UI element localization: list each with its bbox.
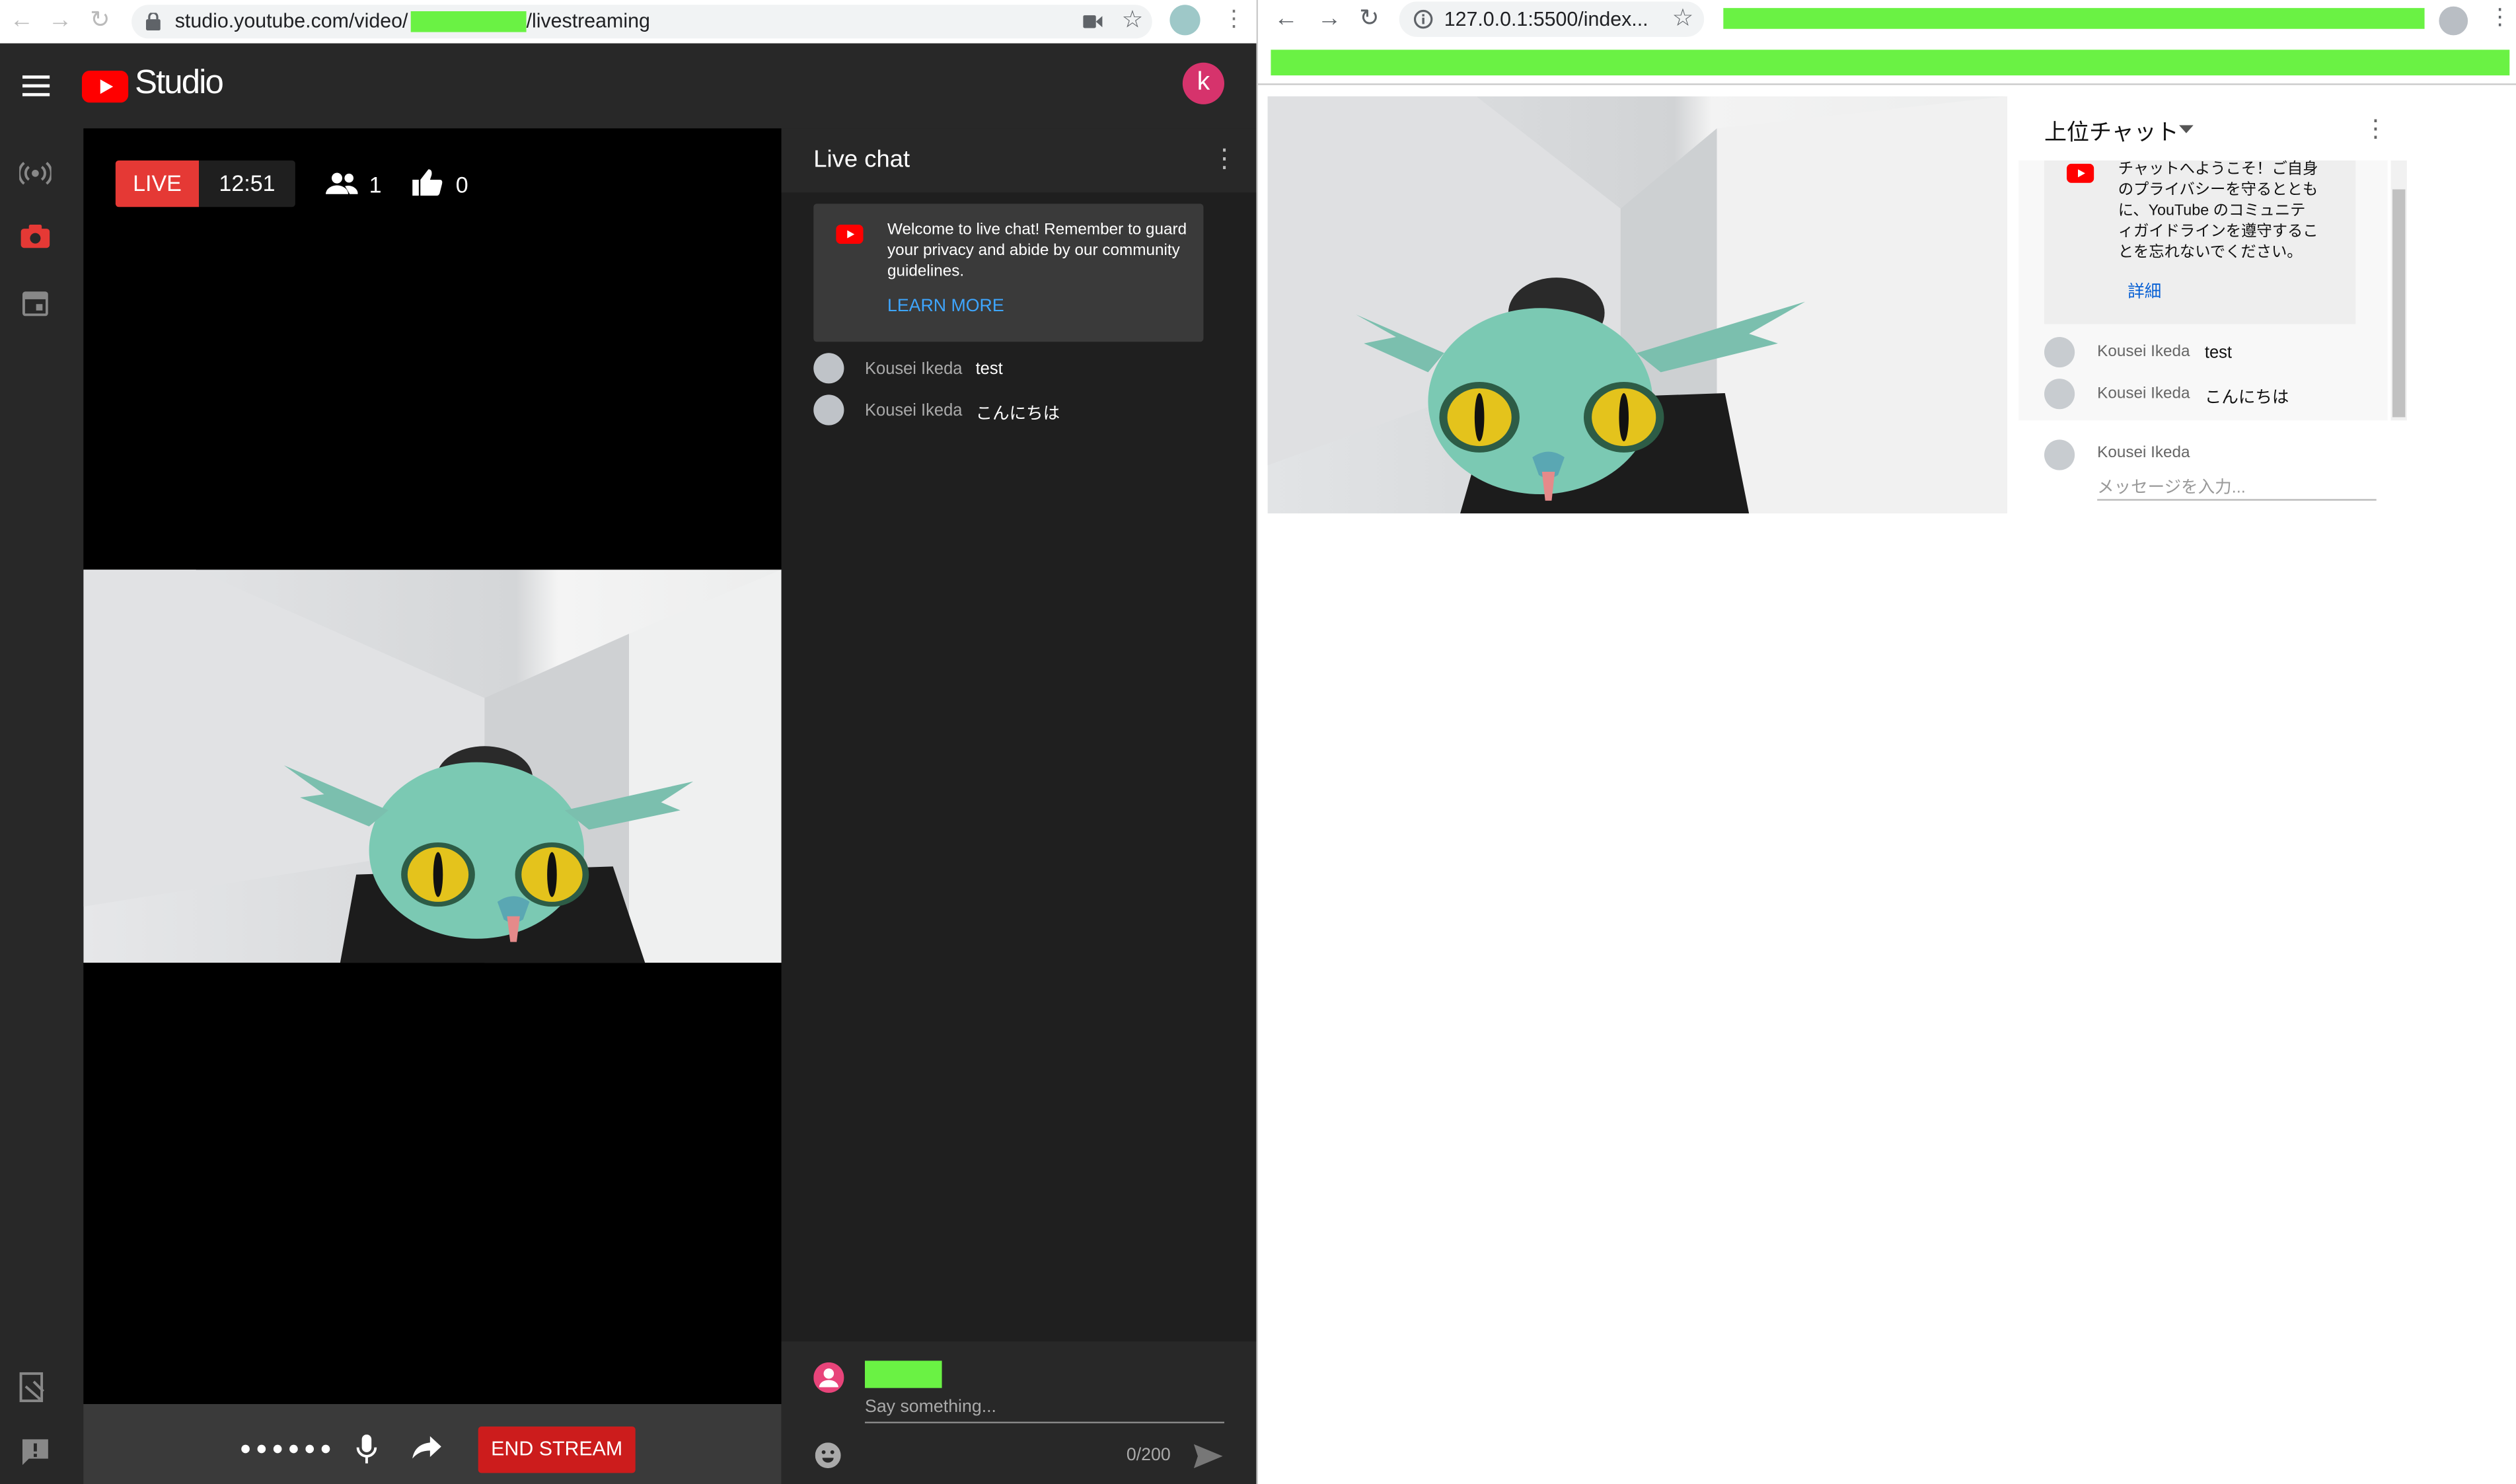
chat-text: test bbox=[2204, 343, 2232, 363]
embedded-welcome-card: チャットへようこそ！ご自身のプライバシーを守るとともに、YouTube のコミュ… bbox=[2044, 160, 2356, 324]
youtube-logo-icon[interactable] bbox=[81, 70, 129, 103]
studio-logo-text: Studio bbox=[134, 64, 224, 101]
likes-count: 0 bbox=[455, 171, 468, 198]
studio-sidebar bbox=[0, 128, 84, 1484]
chat-author: Kousei Ikeda bbox=[864, 401, 963, 421]
chat-message: Kousei Ikeda test bbox=[813, 353, 1247, 385]
learn-more-link[interactable]: LEARN MORE bbox=[887, 297, 1004, 316]
live-badge: LIVE bbox=[115, 160, 200, 207]
elapsed-time: 12:51 bbox=[199, 160, 295, 207]
lock-icon bbox=[145, 13, 161, 31]
chat-text: こんにちは bbox=[975, 404, 1060, 424]
reload-icon[interactable]: ↻ bbox=[90, 5, 110, 34]
chat-input-placeholder: Say something... bbox=[864, 1397, 996, 1417]
viewers-icon bbox=[325, 172, 358, 194]
left-address-bar[interactable]: studio.youtube.com/video/ /livestreaming… bbox=[131, 5, 1152, 39]
tab-redaction bbox=[1723, 8, 2425, 29]
stream-health-dots-icon[interactable] bbox=[240, 1444, 330, 1454]
chat-author: Kousei Ikeda bbox=[2097, 343, 2190, 361]
youtube-small-icon bbox=[2066, 163, 2094, 183]
emoji-icon[interactable] bbox=[815, 1442, 841, 1469]
embedded-chat-more-icon[interactable]: ⋮ bbox=[2363, 114, 2387, 143]
chat-input-area: Say something... 0/200 bbox=[781, 1341, 1257, 1484]
webcam-icon[interactable] bbox=[20, 224, 50, 248]
chat-author: Kousei Ikeda bbox=[864, 359, 963, 379]
input-author: Kousei Ikeda bbox=[2097, 444, 2190, 463]
avatar[interactable] bbox=[813, 394, 844, 426]
right-url-text: 127.0.0.1:5500/index... bbox=[1444, 8, 1648, 31]
creator-studio-classic-icon[interactable] bbox=[19, 1372, 48, 1404]
reload-icon[interactable]: ↻ bbox=[1359, 3, 1380, 32]
avatar[interactable] bbox=[813, 353, 844, 384]
back-icon[interactable]: ← bbox=[1274, 5, 1298, 32]
viewers-count: 1 bbox=[369, 171, 382, 198]
stream-broadcast-icon[interactable] bbox=[19, 161, 52, 186]
camera-icon[interactable] bbox=[1083, 15, 1103, 29]
embedded-welcome-text: チャットへようこそ！ご自身のプライバシーを守るとともに、YouTube のコミュ… bbox=[2118, 160, 2318, 262]
chat-scrollbar[interactable] bbox=[2390, 160, 2407, 421]
embedded-input-placeholder: メッセージを入力... bbox=[2097, 478, 2246, 498]
embedded-message-input[interactable]: メッセージを入力... bbox=[2097, 472, 2377, 501]
avatar[interactable] bbox=[2044, 336, 2075, 368]
url-suffix: /livestreaming bbox=[526, 9, 650, 32]
toolbar-divider bbox=[1257, 83, 2516, 85]
microphone-icon[interactable] bbox=[356, 1434, 377, 1464]
user-avatar-icon bbox=[813, 1362, 844, 1393]
profile-avatar-icon[interactable] bbox=[1169, 5, 1201, 36]
chat-welcome-card: Welcome to live chat! Remember to guard … bbox=[813, 204, 1204, 342]
studio-header: Studio k bbox=[0, 43, 1257, 129]
chat-message: Kousei Ikeda こんにちは bbox=[813, 394, 1247, 427]
chat-message-input[interactable]: Say something... bbox=[864, 1396, 1224, 1424]
character-counter: 0/200 bbox=[1126, 1446, 1171, 1465]
chat-welcome-text: Welcome to live chat! Remember to guard … bbox=[887, 221, 1187, 281]
chat-text: こんにちは bbox=[2204, 388, 2289, 408]
chat-author: Kousei Ikeda bbox=[2097, 385, 2190, 403]
live-chat-title: Live chat bbox=[813, 145, 910, 174]
live-chat-header: Live chat ⋮ bbox=[781, 128, 1257, 193]
profile-avatar-icon[interactable] bbox=[2439, 6, 2468, 36]
site-info-icon[interactable] bbox=[1413, 9, 1433, 29]
avatar[interactable] bbox=[2044, 379, 2075, 410]
embedded-video-frame bbox=[1267, 96, 2008, 514]
forward-icon[interactable]: → bbox=[1317, 5, 1341, 32]
details-link[interactable]: 詳細 bbox=[2128, 279, 2161, 303]
url-prefix: studio.youtube.com/video/ bbox=[174, 9, 408, 32]
bookmark-star-icon[interactable]: ☆ bbox=[1122, 5, 1144, 34]
dropdown-caret-icon[interactable] bbox=[2178, 125, 2194, 133]
url-redaction bbox=[410, 11, 527, 32]
account-avatar[interactable]: k bbox=[1182, 62, 1224, 104]
bookmarks-redaction bbox=[1271, 50, 2510, 76]
right-address-bar[interactable]: 127.0.0.1:5500/index... ☆ bbox=[1399, 1, 1705, 37]
chat-more-options-icon[interactable]: ⋮ bbox=[1212, 143, 1238, 175]
calendar-icon[interactable] bbox=[22, 289, 48, 316]
avatar bbox=[2044, 439, 2075, 470]
chat-text: test bbox=[975, 359, 1003, 379]
youtube-small-icon bbox=[836, 224, 864, 244]
stream-controls-bar: END STREAM bbox=[83, 1403, 782, 1484]
scrollbar-thumb[interactable] bbox=[2392, 189, 2406, 418]
browser-menu-icon[interactable]: ⋮ bbox=[1223, 5, 1245, 32]
send-feedback-icon[interactable] bbox=[21, 1438, 50, 1465]
share-icon[interactable] bbox=[412, 1436, 441, 1459]
end-stream-button[interactable]: END STREAM bbox=[478, 1426, 636, 1473]
likes-thumb-icon bbox=[412, 169, 443, 196]
username-redaction bbox=[864, 1360, 942, 1388]
bookmark-star-icon[interactable]: ☆ bbox=[1672, 3, 1694, 32]
chat-message: Kousei Ikeda test bbox=[2044, 336, 2381, 369]
hamburger-menu-icon[interactable] bbox=[22, 75, 50, 96]
chat-message: Kousei Ikeda こんにちは bbox=[2044, 379, 2381, 411]
browser-menu-icon[interactable]: ⋮ bbox=[2489, 3, 2511, 30]
back-icon[interactable]: ← bbox=[10, 7, 34, 34]
webcam-video-frame bbox=[83, 570, 782, 963]
forward-icon[interactable]: → bbox=[48, 7, 72, 34]
send-message-icon[interactable] bbox=[1193, 1444, 1223, 1469]
chat-mode-dropdown[interactable]: 上位チャット bbox=[2044, 116, 2179, 148]
